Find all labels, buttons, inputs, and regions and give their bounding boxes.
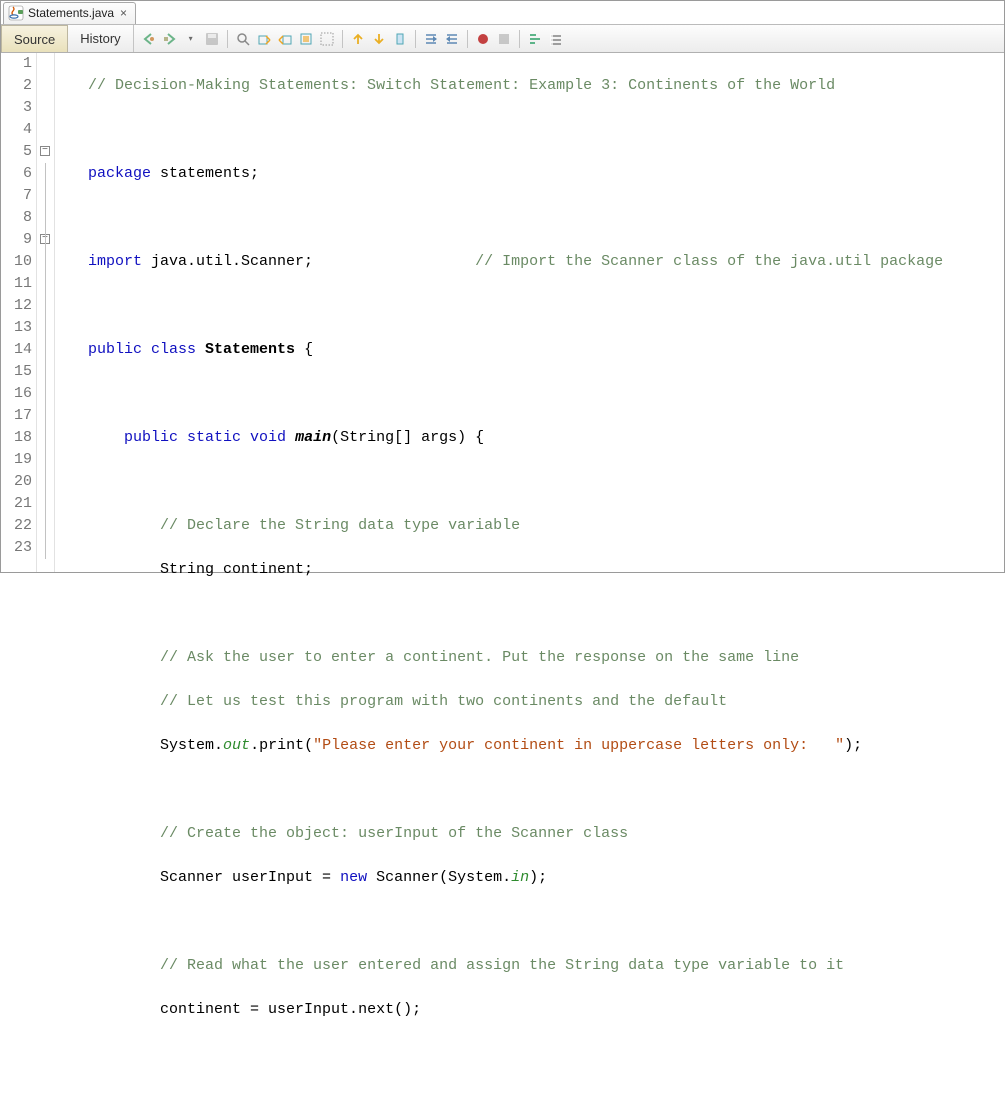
line-number-gutter: 1234567891011121314151617181920212223 xyxy=(1,53,37,572)
nav-forward-icon[interactable] xyxy=(162,31,178,47)
highlight-icon[interactable] xyxy=(298,31,314,47)
toolbar-icons: ▾ xyxy=(134,30,565,48)
indent-left-icon[interactable] xyxy=(423,31,439,47)
dropdown-icon[interactable]: ▾ xyxy=(183,31,199,47)
java-file-icon xyxy=(8,5,24,21)
selection-icon[interactable] xyxy=(319,31,335,47)
shift-up-icon[interactable] xyxy=(350,31,366,47)
code-editor[interactable]: 1234567891011121314151617181920212223 − … xyxy=(1,53,1004,572)
nav-back-icon[interactable] xyxy=(141,31,157,47)
search-icon[interactable] xyxy=(235,31,251,47)
close-tab-button[interactable]: × xyxy=(118,6,129,20)
indent-right-icon[interactable] xyxy=(444,31,460,47)
tab-source[interactable]: Source xyxy=(1,25,68,52)
fold-toggle-icon[interactable]: − xyxy=(40,146,50,156)
tab-history[interactable]: History xyxy=(68,25,133,52)
file-tab-label: Statements.java xyxy=(28,6,114,20)
record-macro-icon[interactable] xyxy=(475,31,491,47)
find-prev-icon[interactable] xyxy=(256,31,272,47)
shift-down-icon[interactable] xyxy=(371,31,387,47)
file-tab[interactable]: Statements.java × xyxy=(3,2,136,24)
bookmark-icon[interactable] xyxy=(392,31,408,47)
uncomment-icon[interactable] xyxy=(548,31,564,47)
editor-toolbar: Source History ▾ xyxy=(1,25,1004,53)
stop-macro-icon[interactable] xyxy=(496,31,512,47)
save-icon[interactable] xyxy=(204,31,220,47)
find-next-icon[interactable] xyxy=(277,31,293,47)
format-icon[interactable] xyxy=(527,31,543,47)
code-area[interactable]: // Decision-Making Statements: Switch St… xyxy=(55,53,943,572)
fold-gutter: − − xyxy=(37,53,55,572)
file-tab-bar: Statements.java × xyxy=(1,1,1004,25)
